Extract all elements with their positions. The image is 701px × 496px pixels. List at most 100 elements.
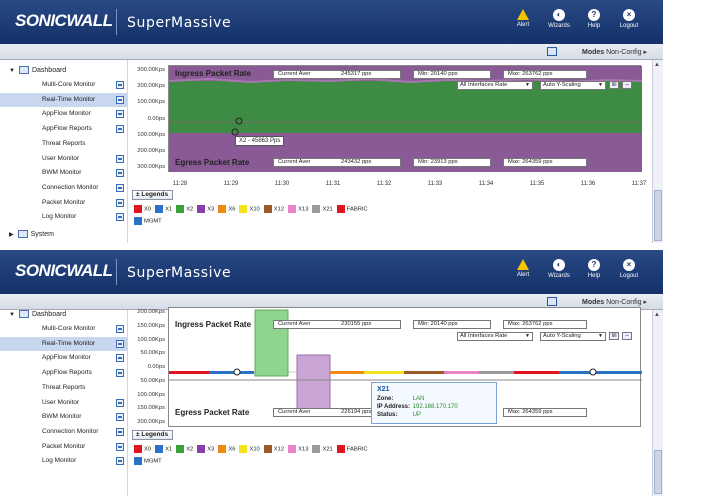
monitor-icon[interactable]: [116, 183, 124, 192]
modes-selector[interactable]: Modes Non-Config ▸: [582, 48, 647, 56]
sidebar-item-user-monitor[interactable]: User Monitor: [0, 396, 128, 411]
monitor-icon[interactable]: [116, 95, 124, 104]
sidebar-item-label: Packet Monitor: [42, 198, 86, 206]
scroll-up-icon[interactable]: ▲: [654, 312, 660, 318]
legend-item[interactable]: X3: [197, 205, 214, 213]
legend-item[interactable]: X3: [197, 445, 214, 453]
modes-selector[interactable]: Modes Non-Config ▸: [582, 298, 647, 306]
legend-item[interactable]: X1: [155, 205, 172, 213]
main-content: Ingress Packet Rate Egress Packet Rate C…: [129, 60, 663, 243]
legend-item[interactable]: X0: [134, 205, 151, 213]
chart-option-button[interactable]: lill: [609, 81, 620, 89]
monitor-icon[interactable]: [116, 169, 124, 178]
sidebar-item-appflow-reports[interactable]: AppFlow Reports: [0, 366, 128, 381]
monitor-icon[interactable]: [116, 369, 124, 378]
legends-button[interactable]: ± Legends: [132, 190, 173, 200]
legend-item[interactable]: MGMT: [134, 457, 162, 465]
modes-value: Non-Config: [606, 49, 642, 56]
monitor-icon[interactable]: [116, 81, 124, 89]
monitor-icon[interactable]: [116, 325, 124, 333]
sidebar-item-log-monitor[interactable]: Log Monitor: [0, 210, 128, 225]
app-header: SONICWALL SuperMassive Alert ◐ Wizards ? H…: [0, 0, 663, 44]
scaling-select[interactable]: Auto Y-Scaling ▼: [540, 332, 606, 341]
legend-item[interactable]: X2: [176, 445, 193, 453]
monitor-icon[interactable]: [116, 213, 124, 222]
logout-button[interactable]: × Logout: [614, 9, 644, 29]
sidebar-item-threat-reports[interactable]: Threat Reports: [0, 137, 128, 152]
chart-option-button[interactable]: lill: [609, 332, 620, 340]
legend-item[interactable]: MGMT: [134, 217, 162, 225]
monitor-icon[interactable]: [116, 427, 124, 436]
monitor-icon[interactable]: [116, 154, 124, 163]
chart-option-button-2[interactable]: ∼: [622, 81, 633, 89]
scrollbar[interactable]: ▲: [652, 310, 663, 496]
monitor-icon[interactable]: [116, 442, 124, 451]
sidebar-item-log-monitor[interactable]: Log Monitor: [0, 454, 128, 469]
monitor-icon[interactable]: [116, 198, 124, 207]
sidebar-system[interactable]: ▶ System: [0, 228, 128, 241]
help-label: Help: [587, 23, 601, 29]
sidebar-item-threat-reports[interactable]: Threat Reports: [0, 381, 128, 396]
legend-item[interactable]: X1: [155, 445, 172, 453]
wizards-button[interactable]: ◐ Wizards: [544, 259, 574, 279]
scroll-up-icon[interactable]: ▲: [654, 62, 660, 68]
wizards-button[interactable]: ◐ Wizards: [544, 9, 574, 29]
legend-label: X10: [249, 446, 260, 453]
scrollbar[interactable]: ▲: [652, 60, 663, 243]
scaling-select[interactable]: Auto Y-Scaling ▼: [540, 81, 606, 90]
legend-item[interactable]: FABRIC: [336, 445, 368, 453]
sidebar-item-user-monitor[interactable]: User Monitor: [0, 152, 128, 167]
logout-button[interactable]: × Logout: [614, 259, 644, 279]
sidebar-item-appflow-monitor[interactable]: AppFlow Monitor: [0, 107, 128, 122]
sidebar-item-appflow-reports[interactable]: AppFlow Reports: [0, 122, 128, 137]
sidebar-item-multi-core-monitor[interactable]: Multi-Core Monitor: [0, 322, 128, 337]
legend-item[interactable]: X6: [218, 445, 235, 453]
window-icon[interactable]: [547, 47, 557, 56]
legend-item[interactable]: X12: [263, 445, 284, 453]
monitor-icon[interactable]: [116, 110, 124, 119]
monitor-icon[interactable]: [116, 398, 124, 407]
legend-item[interactable]: X0: [134, 445, 151, 453]
monitor-icon[interactable]: [116, 339, 124, 348]
monitor-icon[interactable]: [116, 413, 124, 422]
legend-item[interactable]: X13: [288, 205, 308, 213]
sidebar-item-packet-monitor[interactable]: Packet Monitor: [0, 440, 128, 455]
sidebar-item-connection-monitor[interactable]: Connection Monitor: [0, 181, 128, 196]
scroll-thumb[interactable]: [654, 450, 662, 494]
interface-select[interactable]: All Interfaces Rate ▼: [457, 332, 533, 341]
sidebar-item-appflow-monitor[interactable]: AppFlow Monitor: [0, 351, 128, 366]
dropdown-arrow-icon: ▼: [525, 82, 530, 88]
window-icon[interactable]: [547, 297, 557, 306]
monitor-icon[interactable]: [116, 457, 124, 466]
sidebar-dashboard[interactable]: ▼ Dashboard: [0, 308, 128, 321]
sidebar-item-bwm-monitor[interactable]: BWM Monitor: [0, 410, 128, 425]
legend-item[interactable]: X21: [312, 205, 333, 213]
sidebar-item-multi-core-monitor[interactable]: Multi-Core Monitor: [0, 78, 128, 93]
legend-item[interactable]: X6: [218, 205, 235, 213]
chart-option-button-2[interactable]: ∼: [622, 332, 633, 340]
legend-item[interactable]: X10: [239, 205, 260, 213]
legend-item[interactable]: X21: [312, 445, 333, 453]
sidebar-item-real-time-monitor[interactable]: Real-Time Monitor: [0, 336, 128, 352]
sidebar-item-bwm-monitor[interactable]: BWM Monitor: [0, 166, 128, 181]
sidebar-item-real-time-monitor[interactable]: Real-Time Monitor: [0, 92, 128, 108]
alert-button[interactable]: Alert: [508, 259, 538, 278]
legend-label: X6: [228, 206, 236, 213]
legend-item[interactable]: X2: [176, 205, 193, 213]
sidebar-item-connection-monitor[interactable]: Connection Monitor: [0, 425, 128, 440]
sidebar-dashboard[interactable]: ▼ Dashboard: [0, 64, 128, 77]
sidebar-item-packet-monitor[interactable]: Packet Monitor: [0, 196, 128, 211]
legend-item[interactable]: X10: [239, 445, 260, 453]
monitor-icon[interactable]: [116, 125, 124, 134]
legends-button[interactable]: ± Legends: [132, 430, 173, 440]
help-button[interactable]: ? Help: [579, 9, 609, 29]
legend-item[interactable]: FABRIC: [336, 205, 368, 213]
interface-select[interactable]: All Interfaces Rate ▼: [457, 81, 533, 90]
legend-item[interactable]: X13: [288, 445, 308, 453]
scroll-thumb[interactable]: [654, 190, 662, 241]
legend-item[interactable]: X12: [263, 205, 284, 213]
packet-rate-chart[interactable]: Ingress Packet Rate Egress Packet Rate C…: [168, 65, 643, 172]
help-button[interactable]: ? Help: [579, 259, 609, 279]
monitor-icon[interactable]: [116, 354, 124, 363]
alert-button[interactable]: Alert: [508, 9, 538, 28]
